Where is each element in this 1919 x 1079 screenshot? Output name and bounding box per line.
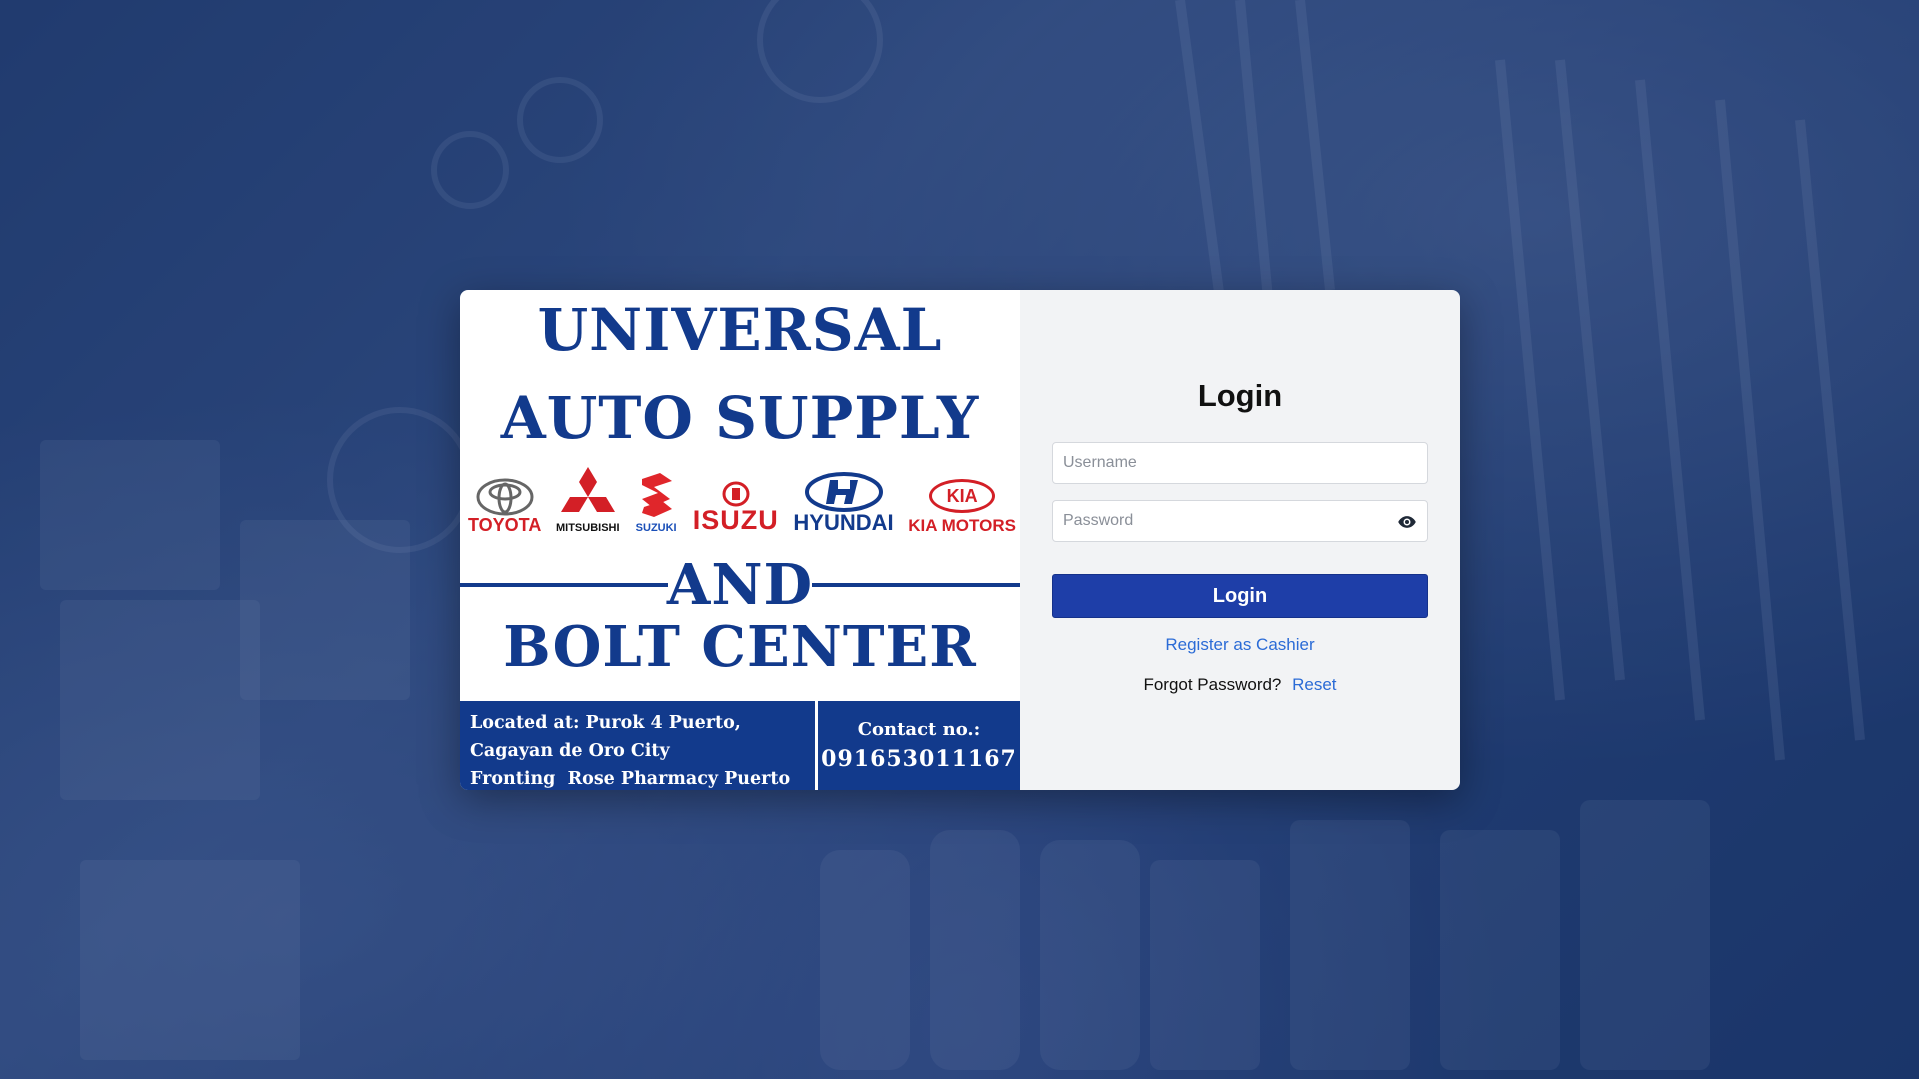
mitsubishi-label: MITSUBISHI [555, 522, 620, 534]
banner-title-and: AND [666, 552, 814, 618]
isuzu-label: ISUZU [692, 505, 779, 535]
password-field-wrapper [1052, 500, 1428, 542]
banner-footer: Located at: Purok 4 Puerto, Cagayan de O… [460, 701, 1020, 790]
toyota-emblem-icon [476, 478, 534, 516]
location-line-1: Located at: Purok 4 Puerto, [470, 713, 741, 733]
banner-title-auto-supply: AUTO SUPPLY [500, 384, 980, 452]
suzuki-label: SUZUKI [635, 522, 677, 534]
forgot-password-text: Forgot Password? [1143, 675, 1282, 694]
kia-logo: KIA KIA MOTORS [908, 479, 1016, 534]
toyota-logo: TOYOTA [468, 478, 541, 534]
hyundai-logo: HYUNDAI [793, 472, 894, 535]
isuzu-logo: ISUZU [693, 481, 779, 534]
register-cashier-link[interactable]: Register as Cashier [1020, 635, 1460, 655]
contact-label: Contact no.: [857, 719, 981, 740]
store-location: Located at: Purok 4 Puerto, Cagayan de O… [460, 701, 818, 790]
banner-title-universal: UNIVERSAL [537, 296, 943, 364]
login-button[interactable]: Login [1052, 574, 1428, 618]
hyundai-label: HYUNDAI [793, 510, 894, 535]
banner-title-bolt-center: BOLT CENTER [503, 614, 977, 680]
password-input[interactable] [1053, 501, 1427, 541]
toyota-label: TOYOTA [468, 515, 542, 535]
location-line-3: Fronting Rose Pharmacy Puerto [470, 769, 791, 789]
kia-oval-icon: KIA [929, 479, 996, 513]
store-banner: UNIVERSAL AUTO SUPPLY TOYOTA MITSUBISHI … [460, 290, 1020, 790]
username-field-wrapper [1052, 442, 1428, 484]
username-input[interactable] [1053, 443, 1427, 483]
brand-logos: TOYOTA MITSUBISHI SUZUKI ISUZU HYUNDAI K… [468, 462, 1016, 534]
mitsubishi-diamonds-icon [560, 467, 615, 512]
reset-password-link[interactable]: Reset [1292, 675, 1336, 694]
show-password-eye-icon[interactable] [1397, 512, 1417, 532]
store-contact: Contact no.: 091653011167 [818, 701, 1020, 790]
kia-motors-label: KIA MOTORS [908, 516, 1016, 535]
login-card: UNIVERSAL AUTO SUPPLY TOYOTA MITSUBISHI … [460, 290, 1460, 790]
login-heading: Login [1197, 378, 1283, 413]
contact-number: 091653011167 [821, 746, 1017, 772]
suzuki-s-icon [642, 473, 673, 517]
forgot-password-row: Forgot Password? Reset [1020, 675, 1460, 695]
mitsubishi-logo: MITSUBISHI [556, 467, 620, 534]
location-line-2: Cagayan de Oro City [470, 741, 670, 761]
isuzu-emblem-icon [722, 481, 750, 507]
hyundai-h-icon [804, 472, 883, 512]
suzuki-logo: SUZUKI [634, 473, 678, 534]
login-form: Login Login Register as Cashier Forgot P… [1020, 290, 1460, 790]
